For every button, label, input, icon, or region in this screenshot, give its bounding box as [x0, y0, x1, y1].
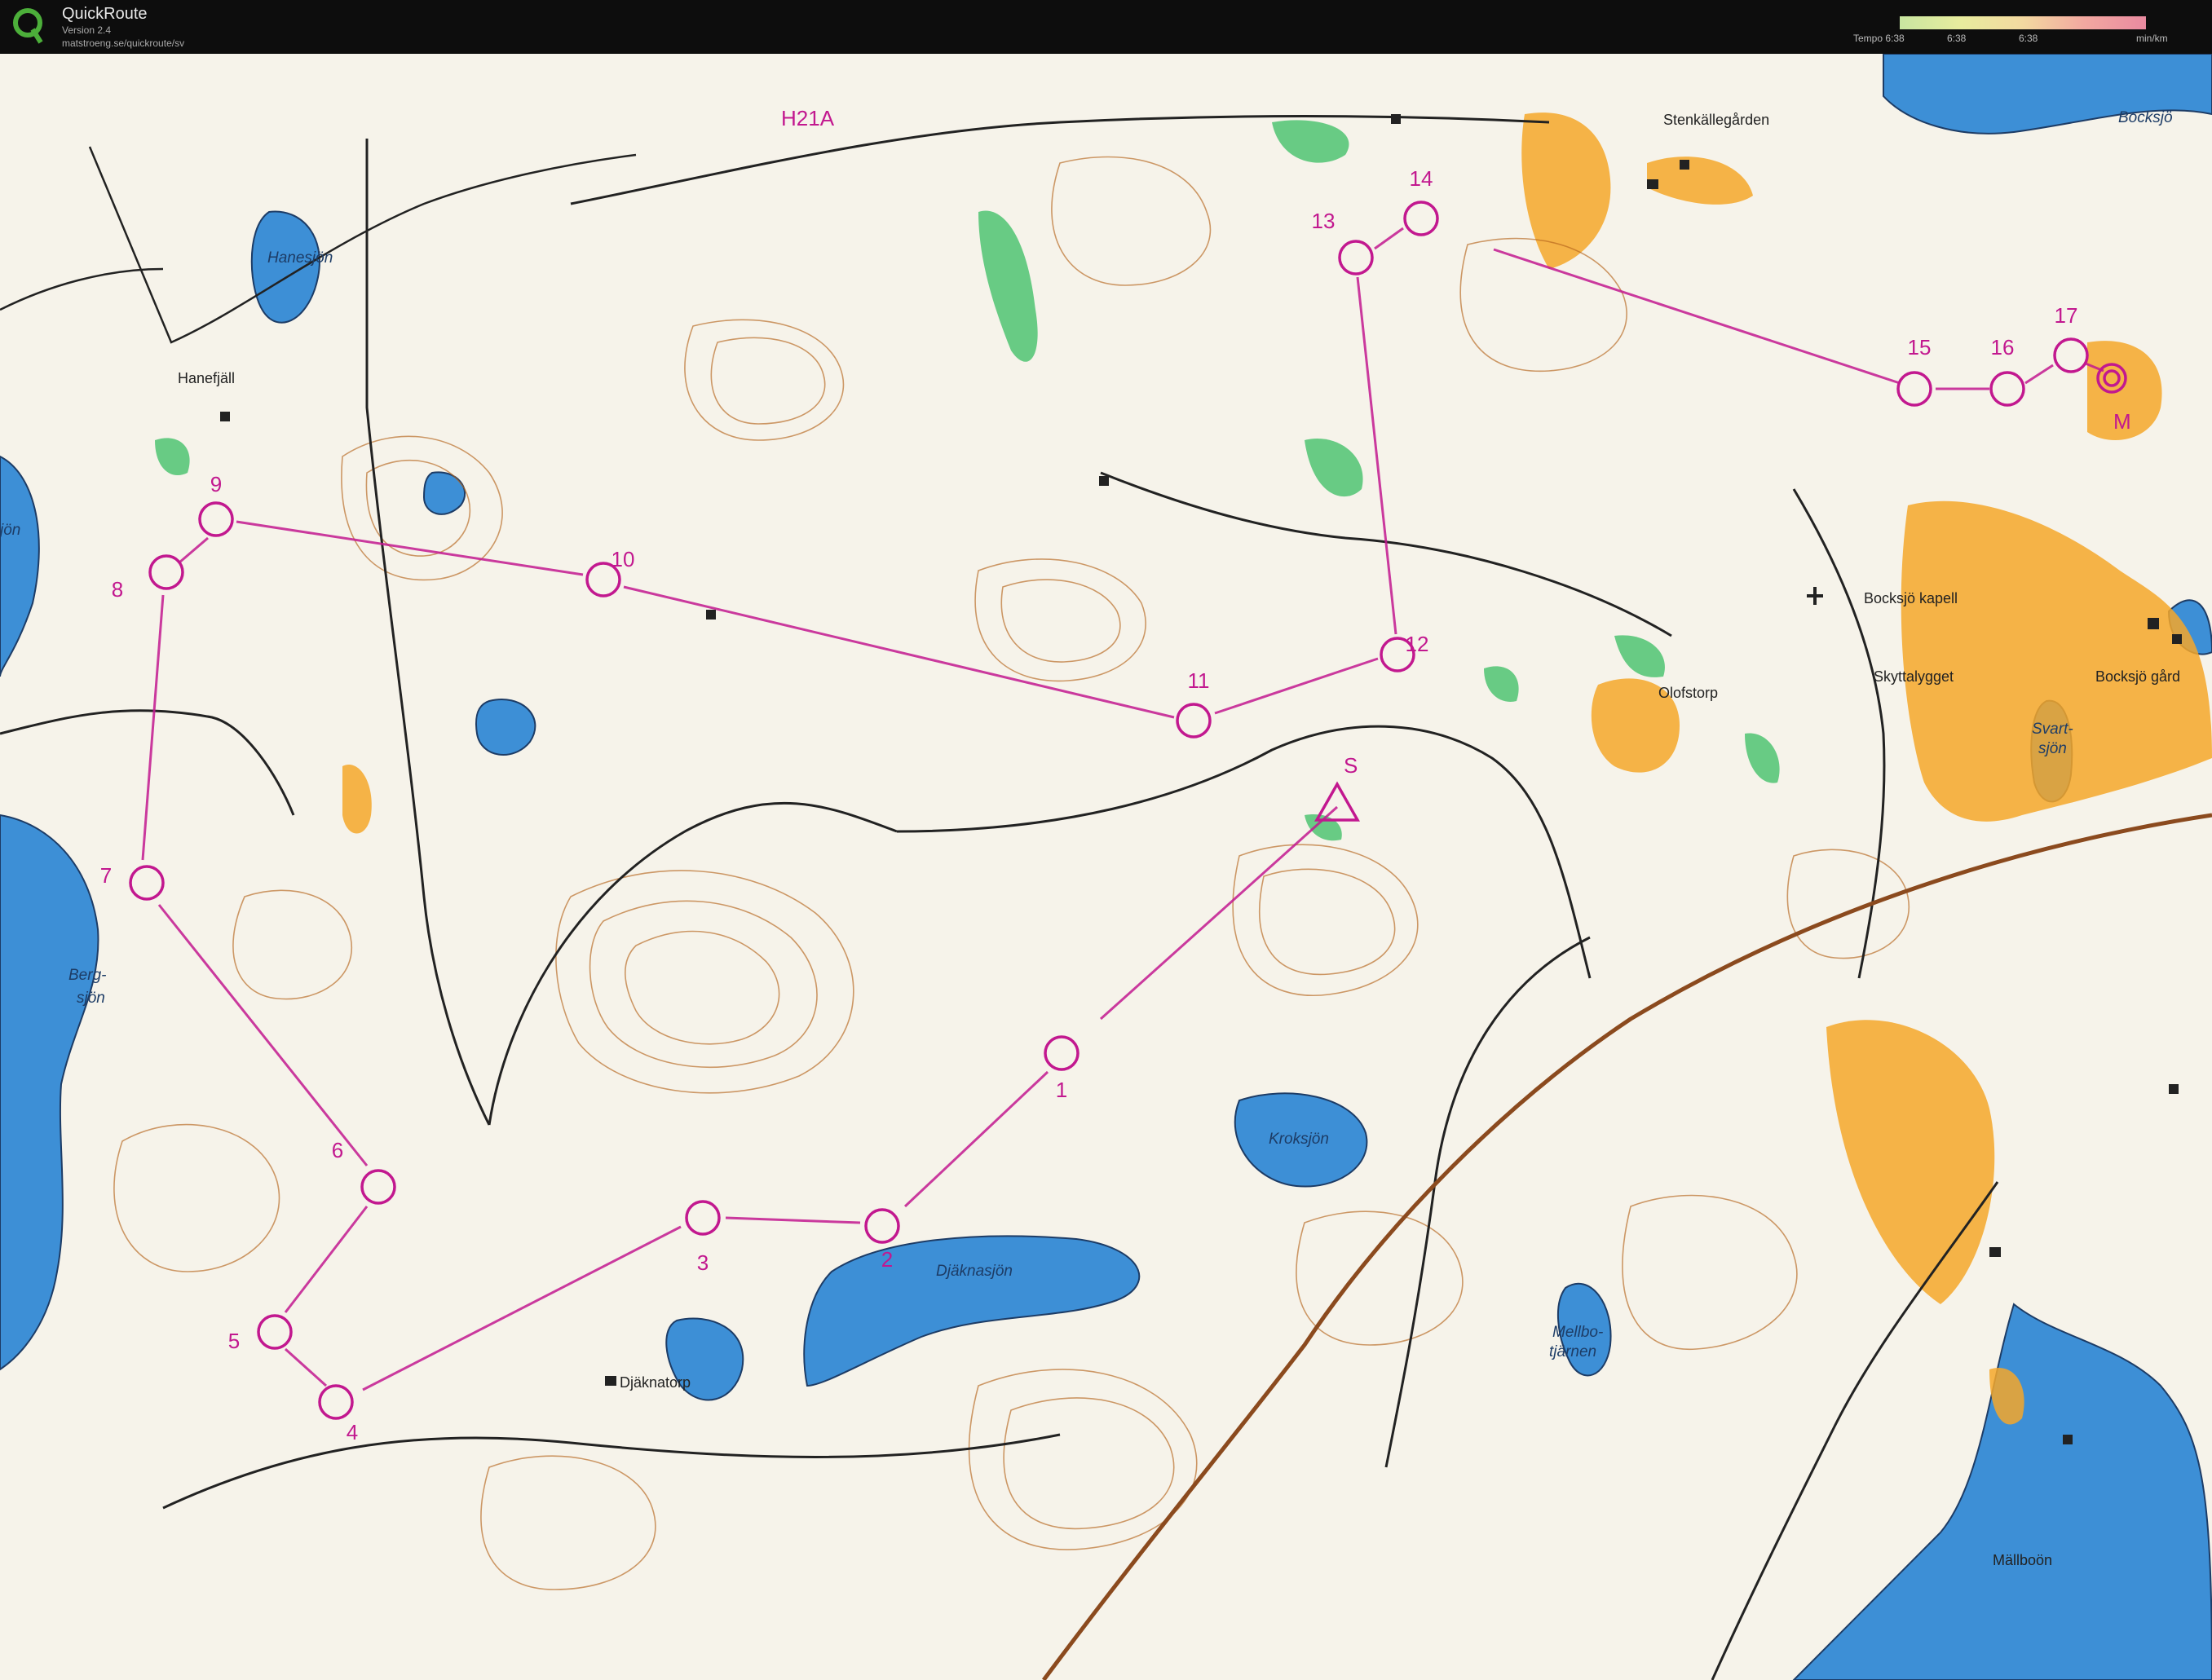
place-bocksjo-gard: Bocksjö gård [2095, 668, 2180, 685]
control-number-11: 11 [1188, 668, 1210, 693]
place-skyttalygget: Skyttalygget [1874, 668, 1954, 685]
place-berg-1: Berg- [68, 967, 106, 984]
place-hanefjall: Hanefjäll [178, 370, 235, 386]
control-number-9: 9 [210, 472, 222, 496]
control-number-5: 5 [228, 1329, 240, 1353]
control-number-14: 14 [1410, 166, 1433, 191]
place-mellbo-1: Mellbo- [1552, 1324, 1603, 1341]
place-berg-2: sjön [77, 990, 105, 1007]
place-mellbo-2: tjärnen [1549, 1343, 1596, 1360]
course-label: H21A [781, 106, 835, 130]
control-number-2: 2 [881, 1247, 893, 1272]
place-svart-1: Svart- [2032, 721, 2073, 738]
title-bar: QuickRoute Version 2.4 matstroeng.se/qui… [0, 0, 2212, 54]
place-svart-2: sjön [2038, 740, 2067, 757]
place-hanesjon: Hanesjön [267, 249, 333, 267]
app-version: Version 2.4 [62, 24, 112, 36]
place-mallboen: Mällboön [1993, 1552, 2052, 1568]
control-number-4: 4 [347, 1420, 358, 1444]
control-number-7: 7 [100, 863, 112, 888]
control-number-3: 3 [697, 1250, 709, 1275]
tempo-color-scale [1900, 16, 2146, 29]
tempo-legend: Tempo 6:38 6:38 6:38 min/km [1851, 13, 2210, 51]
control-number-10: 10 [612, 547, 635, 571]
orienteering-map[interactable]: 123456789101112131415 1617 S M H21A Hanes… [0, 54, 2212, 1680]
tempo-unit: min/km [2136, 33, 2168, 44]
place-olofstorp: Olofstorp [1658, 685, 1718, 701]
control-number-15: 15 [1908, 335, 1932, 359]
place-kroksjon: Kroksjön [1269, 1131, 1329, 1148]
finish-label: M [2113, 409, 2131, 434]
tempo-min-value: 6:38 [1947, 33, 1967, 44]
start-label: S [1344, 753, 1358, 778]
quickroute-logo-icon [13, 8, 43, 44]
control-number-17: 17 [2055, 303, 2078, 328]
map-paper [0, 54, 2212, 1680]
control-number-13: 13 [1312, 209, 1336, 233]
place-djaknasjon: Djäknasjön [936, 1263, 1013, 1280]
place-sjon-left: jön [0, 522, 20, 539]
place-djaknatorp: Djäknatorp [620, 1374, 691, 1391]
control-number-1: 1 [1056, 1078, 1067, 1102]
app-title: QuickRoute [62, 5, 148, 23]
control-number-16: 16 [1991, 335, 2015, 359]
place-bocksjo-kapell: Bocksjö kapell [1864, 590, 1958, 606]
place-bocksjo: Bocksjö [2118, 109, 2173, 126]
app-url[interactable]: matstroeng.se/quickroute/sv [62, 37, 184, 49]
place-stenkallegarden: Stenkällegården [1663, 112, 1769, 128]
control-number-12: 12 [1406, 632, 1429, 656]
tempo-label: Tempo 6:38 [1853, 33, 1905, 44]
tempo-mid-value: 6:38 [2019, 33, 2038, 44]
control-number-8: 8 [112, 577, 123, 602]
control-number-6: 6 [332, 1138, 343, 1162]
